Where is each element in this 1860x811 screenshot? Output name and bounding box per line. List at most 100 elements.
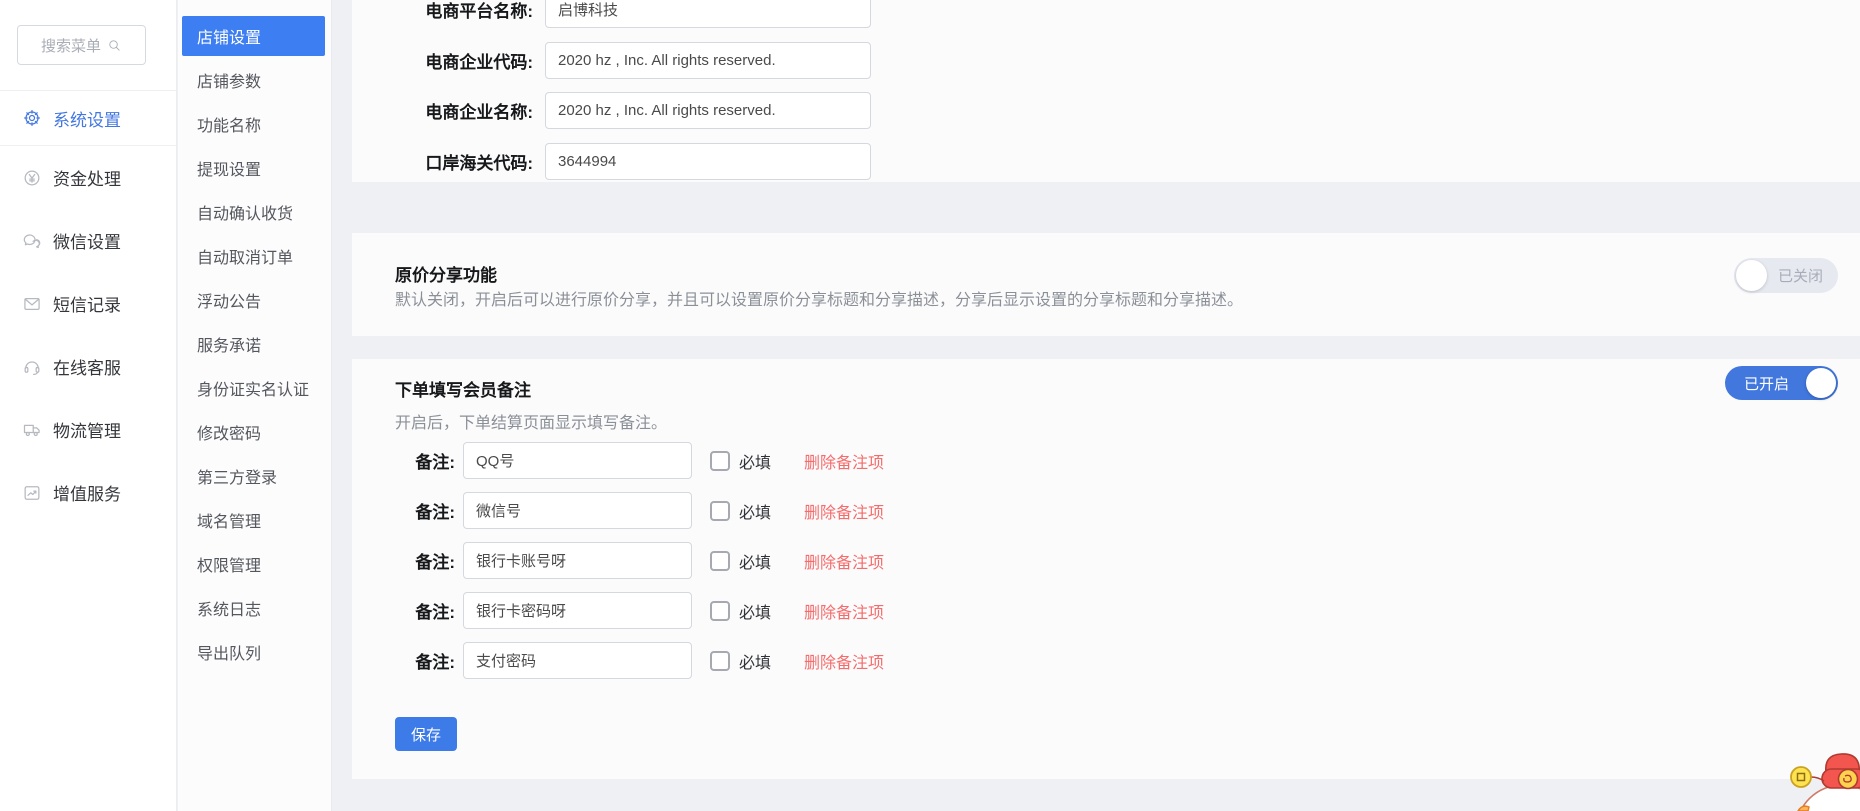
main-menu: 系统设置 资金处理 微信设置 短信记录 在线客服 物流管理 增值服务 bbox=[0, 91, 176, 524]
submenu-item[interactable]: 功能名称 bbox=[182, 104, 325, 144]
submenu-item[interactable]: 域名管理 bbox=[182, 500, 325, 540]
sidebar-item-trend-chart[interactable]: 增值服务 bbox=[0, 461, 176, 524]
search-placeholder: 搜索菜单 bbox=[41, 35, 101, 56]
note-input[interactable] bbox=[463, 642, 692, 679]
required-label: 必填 bbox=[739, 549, 771, 573]
share-section-title: 原价分享功能 bbox=[395, 261, 497, 286]
toggle-knob bbox=[1806, 368, 1836, 398]
delete-note-link[interactable]: 删除备注项 bbox=[804, 649, 884, 673]
note-input[interactable] bbox=[463, 442, 692, 479]
submenu-item-label: 修改密码 bbox=[197, 420, 261, 444]
save-button[interactable]: 保存 bbox=[395, 717, 457, 751]
trend-chart-icon bbox=[22, 483, 42, 503]
note-row: 备注: 必填 删除备注项 bbox=[352, 592, 884, 629]
sidebar-item-label: 系统设置 bbox=[53, 106, 121, 131]
submenu-item[interactable]: 服务承诺 bbox=[182, 324, 325, 364]
sidebar-item-wechat[interactable]: 微信设置 bbox=[0, 209, 176, 272]
delete-note-link[interactable]: 删除备注项 bbox=[804, 499, 884, 523]
search-icon bbox=[107, 38, 122, 53]
submenu-item[interactable]: 店铺设置 bbox=[182, 16, 325, 56]
delete-note-link[interactable]: 删除备注项 bbox=[804, 599, 884, 623]
note-row: 备注: 必填 删除备注项 bbox=[352, 442, 884, 479]
submenu-item-label: 第三方登录 bbox=[197, 464, 277, 488]
form-row: 电商企业名称: bbox=[352, 92, 871, 129]
form-label: 电商平台名称: bbox=[352, 0, 533, 22]
sidebar-item-label: 物流管理 bbox=[53, 417, 121, 442]
note-input[interactable] bbox=[463, 592, 692, 629]
submenu-item[interactable]: 权限管理 bbox=[182, 544, 325, 584]
delete-note-link[interactable]: 删除备注项 bbox=[804, 449, 884, 473]
main-content: 电商平台名称: 电商企业代码: 电商企业名称: 口岸海关代码: 原价分享功能 默… bbox=[333, 0, 1860, 811]
submenu-item[interactable]: 身份证实名认证 bbox=[182, 368, 325, 408]
form-input[interactable] bbox=[545, 143, 871, 180]
note-toggle[interactable]: 已开启 bbox=[1725, 366, 1838, 400]
note-input[interactable] bbox=[463, 542, 692, 579]
main-sidebar: 搜索菜单 系统设置 资金处理 微信设置 短信记录 在线客服 物流管理 增值服务 bbox=[0, 0, 177, 811]
form-row: 电商企业代码: bbox=[352, 42, 871, 79]
share-toggle[interactable]: 已关闭 bbox=[1734, 258, 1838, 293]
submenu-item-label: 身份证实名认证 bbox=[197, 376, 309, 400]
form-input[interactable] bbox=[545, 92, 871, 129]
sidebar-item-headset[interactable]: 在线客服 bbox=[0, 335, 176, 398]
sidebar-item-label: 微信设置 bbox=[53, 228, 121, 253]
submenu-item-label: 自动取消订单 bbox=[197, 244, 293, 268]
required-checkbox[interactable] bbox=[710, 551, 730, 571]
required-checkbox[interactable] bbox=[710, 501, 730, 521]
search-area: 搜索菜单 bbox=[0, 0, 176, 91]
note-label: 备注: bbox=[352, 648, 455, 673]
note-row: 备注: 必填 删除备注项 bbox=[352, 642, 884, 679]
form-input[interactable] bbox=[545, 0, 871, 28]
submenu-item[interactable]: 浮动公告 bbox=[182, 280, 325, 320]
yen-circle-icon bbox=[22, 168, 42, 188]
note-section-description: 开启后，下单结算页面显示填写备注。 bbox=[395, 409, 667, 433]
submenu-item-label: 浮动公告 bbox=[197, 288, 261, 312]
sidebar-item-mail[interactable]: 短信记录 bbox=[0, 272, 176, 335]
share-section-description: 默认关闭，开启后可以进行原价分享，并且可以设置原价分享标题和分享描述，分享后显示… bbox=[395, 286, 1243, 310]
submenu-item[interactable]: 自动取消订单 bbox=[182, 236, 325, 276]
form-input[interactable] bbox=[545, 42, 871, 79]
form-row: 电商平台名称: bbox=[352, 0, 871, 28]
required-label: 必填 bbox=[739, 449, 771, 473]
submenu-item[interactable]: 店铺参数 bbox=[182, 60, 325, 100]
submenu-item-label: 店铺设置 bbox=[197, 24, 261, 48]
toggle-label: 已关闭 bbox=[1778, 258, 1823, 293]
submenu-item[interactable]: 自动确认收货 bbox=[182, 192, 325, 232]
sidebar-item-gear[interactable]: 系统设置 bbox=[0, 91, 176, 146]
search-input[interactable]: 搜索菜单 bbox=[17, 25, 146, 65]
submenu-item[interactable]: 修改密码 bbox=[182, 412, 325, 452]
note-row: 备注: 必填 删除备注项 bbox=[352, 542, 884, 579]
mascot-widget[interactable] bbox=[1770, 749, 1860, 811]
order-note-card: 下单填写会员备注 开启后，下单结算页面显示填写备注。 已开启 备注: 必填 删除… bbox=[352, 359, 1860, 779]
sidebar-item-label: 资金处理 bbox=[53, 165, 121, 190]
form-label: 电商企业代码: bbox=[352, 48, 533, 73]
submenu-item-label: 提现设置 bbox=[197, 156, 261, 180]
required-checkbox[interactable] bbox=[710, 651, 730, 671]
delete-note-link[interactable]: 删除备注项 bbox=[804, 549, 884, 573]
note-input[interactable] bbox=[463, 492, 692, 529]
submenu-item[interactable]: 第三方登录 bbox=[182, 456, 325, 496]
required-checkbox[interactable] bbox=[710, 451, 730, 471]
required-label: 必填 bbox=[739, 499, 771, 523]
gear-icon bbox=[22, 108, 42, 128]
submenu-item-label: 系统日志 bbox=[197, 596, 261, 620]
wechat-icon bbox=[22, 231, 42, 251]
sidebar-item-truck[interactable]: 物流管理 bbox=[0, 398, 176, 461]
note-label: 备注: bbox=[352, 448, 455, 473]
form-row: 口岸海关代码: bbox=[352, 143, 871, 180]
sidebar-item-yen-circle[interactable]: 资金处理 bbox=[0, 146, 176, 209]
sidebar-item-label: 在线客服 bbox=[53, 354, 121, 379]
submenu-item[interactable]: 系统日志 bbox=[182, 588, 325, 628]
toggle-label: 已开启 bbox=[1744, 366, 1789, 400]
required-label: 必填 bbox=[739, 599, 771, 623]
submenu-item-label: 功能名称 bbox=[197, 112, 261, 136]
submenu-item-label: 权限管理 bbox=[197, 552, 261, 576]
submenu-item-label: 域名管理 bbox=[197, 508, 261, 532]
toggle-knob bbox=[1736, 260, 1767, 291]
note-label: 备注: bbox=[352, 598, 455, 623]
headset-icon bbox=[22, 357, 42, 377]
submenu-item[interactable]: 提现设置 bbox=[182, 148, 325, 188]
required-checkbox[interactable] bbox=[710, 601, 730, 621]
mail-icon bbox=[22, 294, 42, 314]
submenu-item[interactable]: 导出队列 bbox=[182, 632, 325, 672]
truck-icon bbox=[22, 420, 42, 440]
